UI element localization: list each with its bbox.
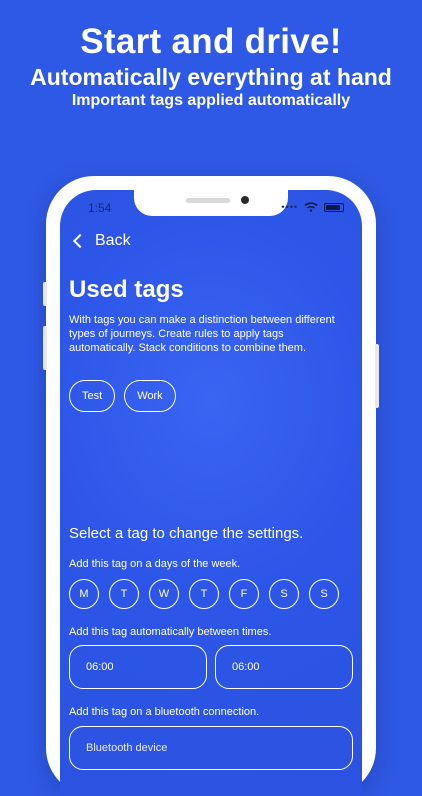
day-toggle-sunday[interactable]: S	[309, 579, 339, 609]
settings-title: Select a tag to change the settings.	[69, 525, 304, 542]
bluetooth-label: Add this tag on a bluetooth connection.	[69, 706, 260, 718]
back-button[interactable]: Back	[72, 232, 131, 250]
chevron-left-icon	[72, 233, 88, 249]
phone-side-button	[43, 282, 47, 306]
speaker-grille	[186, 198, 230, 203]
wifi-icon	[304, 202, 318, 212]
camera-icon	[241, 196, 249, 204]
days-label: Add this tag on a days of the week.	[69, 558, 241, 570]
back-label: Back	[95, 232, 131, 249]
signal-dots-icon: ••••	[281, 202, 298, 212]
app-screen: 1:54 •••• Back Used tags With tags you c…	[60, 190, 362, 796]
tag-chip-work[interactable]: Work	[124, 380, 176, 412]
tag-chip-test[interactable]: Test	[69, 380, 116, 412]
promo-subtitle: Automatically everything at hand	[30, 64, 392, 90]
day-toggle-wednesday[interactable]: W	[149, 579, 179, 609]
day-toggle-monday[interactable]: M	[69, 579, 99, 609]
promo-caption: Important tags applied automatically	[71, 92, 351, 109]
bluetooth-device-field[interactable]: Bluetooth device	[69, 726, 353, 770]
tag-list: Test Work	[69, 380, 176, 412]
start-time-field[interactable]: 06:00	[69, 645, 207, 689]
day-toggle-thursday[interactable]: T	[189, 579, 219, 609]
time-range: 06:00 06:00	[69, 645, 353, 689]
end-time-field[interactable]: 06:00	[215, 645, 353, 689]
phone-power-button	[375, 344, 379, 408]
promo-title: Start and drive!	[80, 22, 342, 61]
phone-notch	[134, 190, 288, 216]
day-toggle-saturday[interactable]: S	[269, 579, 299, 609]
page-description: With tags you can make a distinction bet…	[69, 314, 335, 354]
times-label: Add this tag automatically between times…	[69, 626, 272, 638]
battery-icon	[324, 202, 344, 212]
status-time: 1:54	[88, 201, 112, 215]
phone-frame: 1:54 •••• Back Used tags With tags you c…	[43, 176, 379, 796]
weekday-selector: M T W T F S S	[69, 579, 339, 609]
day-toggle-friday[interactable]: F	[229, 579, 259, 609]
day-toggle-tuesday[interactable]: T	[109, 579, 139, 609]
status-icons: ••••	[281, 202, 344, 212]
phone-volume-button	[43, 326, 47, 370]
page-title: Used tags	[69, 276, 184, 303]
